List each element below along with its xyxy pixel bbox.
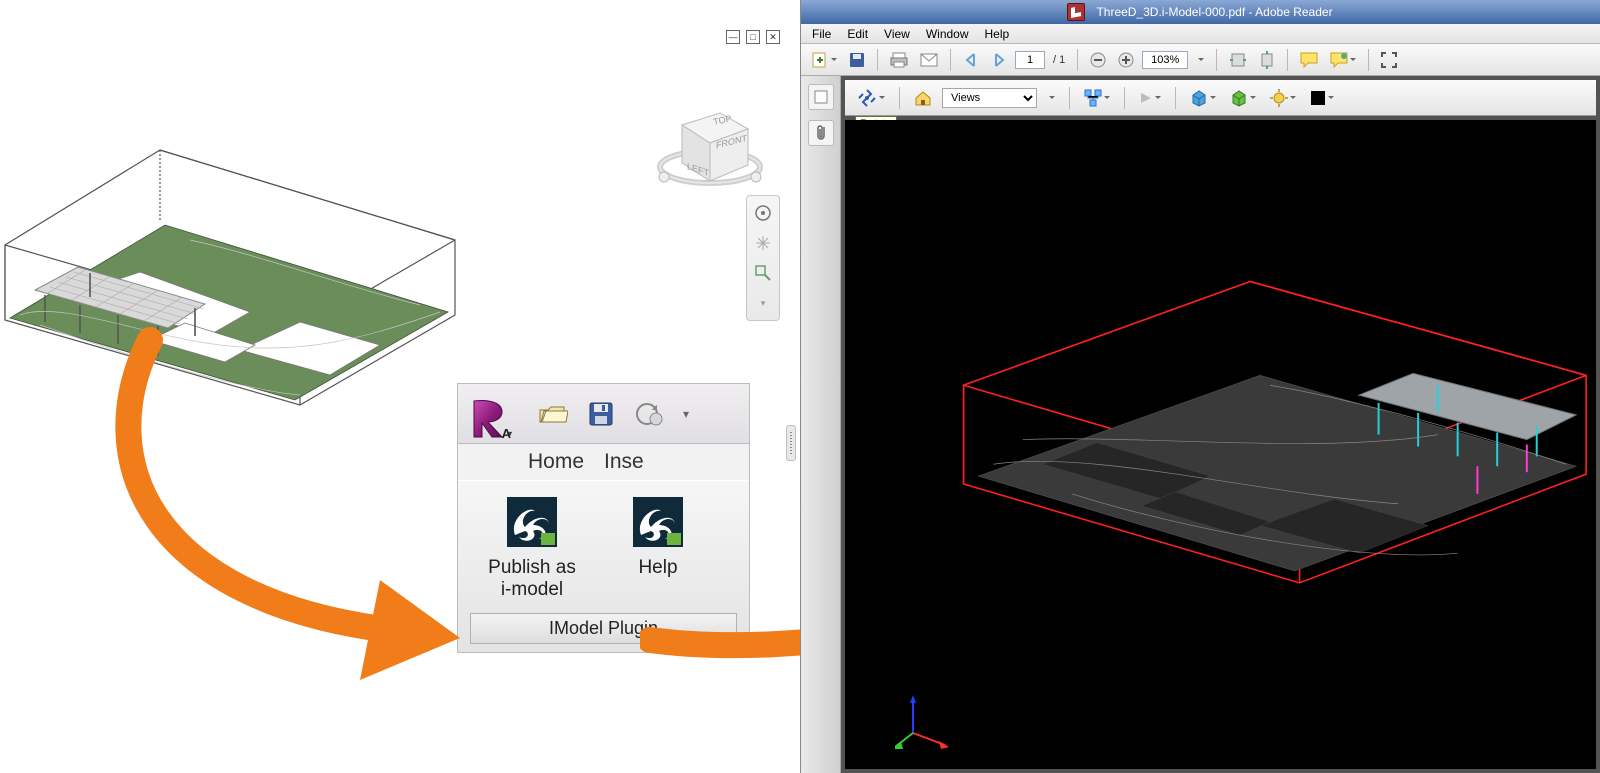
background-color-button[interactable] [1306,86,1338,110]
lighting-button[interactable] [1266,86,1300,110]
comment-button[interactable] [1296,48,1322,72]
adobe-reader-icon [1067,3,1085,21]
export-pdf-button[interactable] [807,48,841,72]
home-view-button[interactable] [910,86,936,110]
navigation-pane [801,76,841,773]
viewcube[interactable]: TOP LEFT FRONT [650,85,770,198]
view-maximize-button[interactable]: □ [746,30,760,44]
page-number-input[interactable] [1015,51,1045,69]
steering-wheel-icon[interactable] [752,202,774,224]
play-animation-button[interactable] [1135,86,1165,110]
projection-button[interactable] [1186,86,1220,110]
3d-toolbar: Views Rotate [845,80,1596,116]
menu-edit[interactable]: Edit [840,25,875,43]
bentley-icon [629,493,687,551]
page-total-label: / 1 [1049,54,1069,66]
menu-file[interactable]: File [805,25,838,43]
pan-icon[interactable] [752,232,774,254]
tab-home[interactable]: Home [528,450,584,474]
application-menu-button[interactable]: ▼ A [462,387,517,441]
print-button[interactable] [886,48,912,72]
thumbnails-button[interactable] [808,84,834,110]
axis-triad-icon [895,691,955,751]
titlebar[interactable]: ThreeD_3D.i-Model-000.pdf - Adobe Reader [801,0,1600,24]
bentley-icon [503,493,561,551]
publish-line1: Publish as [488,557,576,578]
views-dropdown[interactable] [1043,86,1059,110]
ribbon-panel-title: IModel Plugin [470,613,737,644]
publish-as-imodel-button[interactable]: Publish as i-model [478,493,586,601]
view-minimize-button[interactable]: — [726,30,740,44]
navbar-expand-icon[interactable]: ▾ [752,292,774,314]
sync-icon[interactable] [631,396,667,432]
render-mode-button[interactable] [1226,86,1260,110]
fit-width-button[interactable] [1225,48,1251,72]
ribbon-panel: Publish as i-model Help IModel Plugin [458,480,749,652]
save-button[interactable] [845,48,869,72]
publish-line2: i-model [501,579,563,600]
menu-window[interactable]: Window [919,25,976,43]
attachments-button[interactable] [808,120,834,146]
panel-splitter-handle[interactable] [786,425,796,461]
email-button[interactable] [916,48,942,72]
ribbon-tabs: Home Inse [458,444,749,480]
close-glyph: ✕ [769,32,777,43]
share-button[interactable] [1326,48,1360,72]
app-menu-letter: A [502,426,511,441]
minimize-glyph: — [729,32,738,42]
zoom-out-button[interactable] [1086,48,1110,72]
next-page-button[interactable] [987,48,1011,72]
zoom-in-button[interactable] [1114,48,1138,72]
window-title: ThreeD_3D.i-Model-000.pdf - Adobe Reader [1090,5,1338,19]
zoom-level-input[interactable] [1142,51,1188,69]
view-window-controls: — □ ✕ [726,30,780,44]
help-line1: Help [638,557,677,578]
fit-page-button[interactable] [1255,48,1279,72]
rotate-tool-button[interactable] [853,86,889,110]
adobe-reader-window: ThreeD_3D.i-Model-000.pdf - Adobe Reader… [800,0,1600,773]
menu-help[interactable]: Help [978,25,1017,43]
menu-view[interactable]: View [877,25,917,43]
zoom-region-icon[interactable] [752,262,774,284]
quick-access-toolbar: ▼ A ▾ [458,384,749,444]
maximize-glyph: □ [750,32,755,42]
main-toolbar: / 1 [801,44,1600,76]
prev-page-button[interactable] [959,48,983,72]
open-icon[interactable] [535,396,571,432]
revit-navbar: ▾ [746,195,780,321]
revit-ribbon-snippet: ▼ A ▾ Home Inse Publish as i-model [457,383,750,653]
help-button[interactable]: Help [604,493,712,601]
save-icon[interactable] [583,396,619,432]
model-tree-button[interactable] [1080,86,1114,110]
qat-customize-dropdown[interactable]: ▾ [679,396,693,432]
fullscreen-button[interactable] [1377,48,1401,72]
zoom-dropdown[interactable] [1192,48,1208,72]
tab-insert[interactable]: Inse [604,450,644,474]
view-close-button[interactable]: ✕ [766,30,780,44]
3d-viewport[interactable] [845,120,1596,769]
menubar: File Edit View Window Help [801,24,1600,44]
views-select[interactable]: Views [942,88,1037,108]
